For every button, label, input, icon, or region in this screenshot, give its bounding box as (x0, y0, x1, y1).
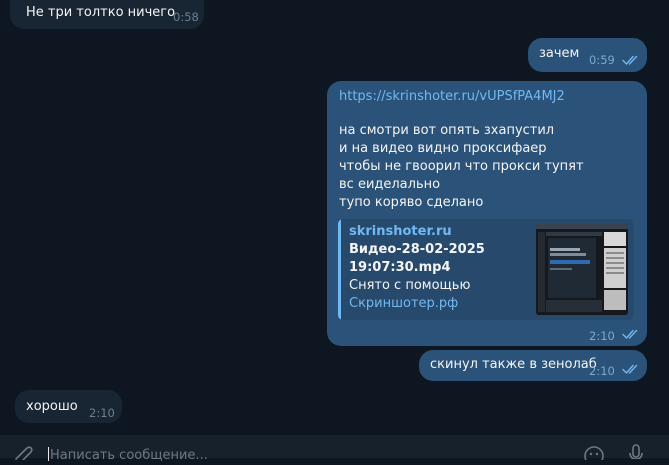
microphone-icon[interactable] (626, 443, 646, 459)
message-bubble-incoming[interactable]: Не три толтко ничего 0:58 (10, 0, 204, 29)
message-text: на смотри вот опять зхапустил и на видео… (339, 122, 584, 212)
message-line: тупо коряво сделано (339, 195, 484, 210)
message-line: на смотри вот опять зхапустил (339, 123, 555, 138)
preview-site-name: skrinshoter.ru (349, 224, 452, 239)
message-bubble-incoming[interactable]: хорошо 2:10 (15, 390, 122, 423)
message-bubble-outgoing[interactable]: зачем 0:59 (528, 38, 647, 72)
message-input[interactable] (50, 445, 570, 465)
message-text: зачем (539, 46, 580, 61)
message-text: Не три толтко ничего (26, 5, 176, 20)
preview-title-line: 19:07:30.mp4 (349, 260, 451, 275)
message-line: и на видео видно проксифаер (339, 141, 547, 156)
link-preview-card[interactable]: skrinshoter.ru Видео-28-02-2025 19:07:30… (338, 219, 634, 320)
preview-title: Видео-28-02-2025 19:07:30.mp4 (349, 241, 485, 277)
preview-thumbnail[interactable] (536, 224, 628, 315)
message-bubble-outgoing[interactable]: скинул также в зенолаб 2:10 (419, 350, 647, 381)
message-time: 2:10 (589, 329, 615, 343)
preview-description: Снято с помощью Скриншотер.рф (349, 277, 470, 313)
preview-accent-bar (338, 219, 341, 320)
double-check-icon (622, 364, 638, 374)
message-line: вс еиделально (339, 177, 441, 192)
chat-history[interactable]: Не три толтко ничего 0:58 зачем 0:59 htt… (0, 0, 669, 434)
text-caret (48, 447, 49, 461)
double-check-icon (622, 55, 638, 65)
preview-title-line: Видео-28-02-2025 (349, 242, 485, 257)
message-time: 2:10 (589, 364, 615, 378)
double-check-icon (622, 329, 638, 339)
message-text: скинул также в зенолаб (430, 357, 597, 372)
message-bubble-outgoing[interactable]: https://skrinshoter.ru/vUPSfPA4MJ2 на см… (327, 81, 647, 346)
message-line: чтобы не гвоорил что прокси тупят (339, 159, 584, 174)
preview-desc-line: Снято с помощью (349, 278, 471, 293)
message-time: 0:59 (589, 53, 615, 67)
message-composer (0, 434, 669, 465)
video-thumbnail-image (536, 224, 628, 315)
message-time: 2:10 (89, 406, 115, 420)
message-text: хорошо (26, 399, 78, 414)
message-link[interactable]: https://skrinshoter.ru/vUPSfPA4MJ2 (339, 88, 565, 106)
message-time: 0:58 (173, 10, 199, 24)
preview-desc-link[interactable]: Скриншотер.рф (349, 295, 470, 313)
